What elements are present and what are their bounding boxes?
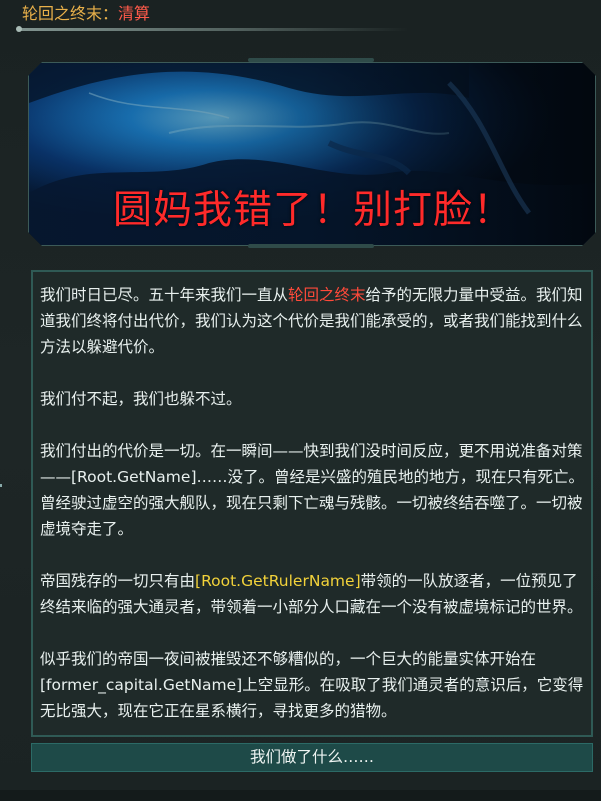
title-separator: ：	[102, 4, 119, 23]
description-paragraph-1: 我们时日已尽。五十年来我们一直从轮回之终末给予的无限力量中受益。我们知道我们终将…	[40, 282, 584, 360]
event-title: 轮回之终末	[22, 4, 103, 23]
image-caption: 圆妈我错了！别打脸！	[113, 188, 514, 233]
description-paragraph-4: 帝国残存的一切只有由[Root.GetRulerName]带领的一队放逐者，一位…	[40, 568, 584, 620]
event-window: 轮回之终末：清算 圆妈我错了！别打脸！ 我们时日已尽。五十年来我们一直从轮回之终…	[0, 0, 601, 801]
description-paragraph-2: 我们付不起，我们也躲不过。	[40, 390, 242, 408]
p4-highlight: [Root.GetRulerName]	[195, 572, 361, 590]
edge-marker	[0, 484, 2, 487]
title-divider	[16, 26, 408, 32]
p4-text-a: 帝国残存的一切只有由	[40, 572, 196, 590]
frame-notch-top	[248, 58, 374, 62]
event-description: 我们时日已尽。五十年来我们一直从轮回之终末给予的无限力量中受益。我们知道我们终将…	[31, 270, 593, 737]
event-subtitle: 清算	[118, 4, 151, 23]
frame-notch-bottom	[248, 244, 374, 248]
p1-text-a: 我们时日已尽。五十年来我们一直从	[40, 286, 289, 304]
window-title: 轮回之终末：清算	[22, 2, 150, 28]
window-bottom-edge	[0, 790, 601, 801]
description-paragraph-3: 我们付出的代价是一切。在一瞬间——快到我们没时间反应，更不用说准备对策——[Ro…	[40, 442, 584, 538]
description-paragraph-5: 似乎我们的帝国一夜间被摧毁还不够糟似的，一个巨大的能量实体开始在[former_…	[40, 650, 584, 720]
event-option-button[interactable]: 我们做了什么……	[31, 743, 593, 772]
event-image: 圆妈我错了！别打脸！	[28, 62, 596, 246]
p1-highlight: 轮回之终末	[288, 286, 366, 304]
